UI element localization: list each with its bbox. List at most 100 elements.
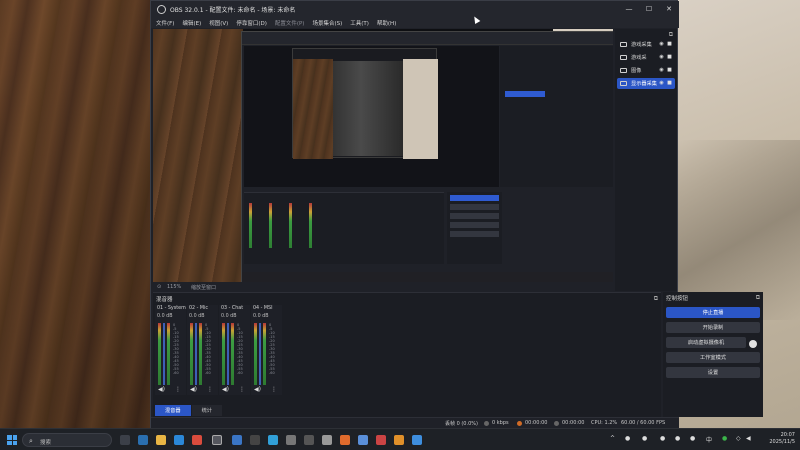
app-icon[interactable] [304, 435, 314, 445]
title-bar[interactable]: OBS 32.0.1 - 配置文件: 未命名 - 场景: 未命名 — ☐ ✕ [151, 1, 679, 17]
eye-icon[interactable]: ◉ [659, 55, 664, 60]
more-options-icon[interactable]: ⋮ [271, 386, 277, 393]
more-options-icon[interactable]: ⋮ [175, 386, 181, 393]
tray-chevron-icon[interactable]: ^ [610, 435, 615, 442]
menu-tools[interactable]: 工具(T) [350, 19, 369, 27]
tray-app-icon[interactable]: ● [660, 435, 665, 442]
system-clock[interactable]: 20:07 2025/11/5 [755, 432, 795, 446]
volume-icon[interactable]: ◀ [746, 435, 751, 442]
close-button[interactable]: ✕ [659, 1, 679, 17]
maximize-button[interactable]: ☐ [639, 1, 659, 17]
widgets-icon[interactable] [138, 435, 148, 445]
edge-browser-icon[interactable] [174, 435, 184, 445]
lock-icon[interactable]: ■ [667, 81, 672, 86]
steam-icon[interactable] [232, 435, 242, 445]
menu-file[interactable]: 文件(F) [156, 19, 174, 27]
app-icon[interactable] [376, 435, 386, 445]
monitor-icon [620, 81, 627, 86]
menu-scene-collection[interactable]: 场景集合(S) [312, 19, 342, 27]
task-view-icon[interactable] [120, 435, 130, 445]
eye-icon[interactable]: ◉ [659, 68, 664, 73]
tray-app-icon[interactable]: ● [690, 435, 695, 442]
volume-meter [190, 323, 193, 385]
speaker-icon[interactable]: ◀) [222, 386, 229, 393]
volume-fader[interactable] [227, 323, 229, 385]
app-icon[interactable] [394, 435, 404, 445]
mixer-channel: 04 - MSI 0.0 dB 0 -5 -10 -15 -20 -25 -30 -35 -40… [251, 305, 282, 395]
app-icon[interactable] [358, 435, 368, 445]
record-indicator-icon [554, 421, 559, 426]
mixer-channel: 03 - Chat 0.0 dB 0 -5 -10 -15 -20 -25 -30 -35 -4… [219, 305, 250, 395]
stop-stream-button[interactable]: 停止直播 [666, 307, 760, 318]
mixer-channel: 02 - Mic 0.0 dB 0 -5 -10 -15 -20 -25 -30 -35 -40… [187, 305, 218, 395]
scene-item-game[interactable]: 游戏采 ◉ ■ [617, 52, 675, 63]
menu-docks[interactable]: 停靠窗口(D) [236, 19, 267, 27]
bitrate: 0 kbps [492, 420, 509, 426]
zoom-fit-label[interactable]: 缩放至窗口 [191, 284, 216, 291]
tray-app-icon[interactable]: ● [722, 435, 727, 442]
controls-panel: 控制按钮 ⧉ 停止直播 开始录制 启动虚拟摄像机 工作室模式 设置 [663, 292, 763, 417]
network-icon[interactable]: ◇ [736, 435, 741, 442]
tab-stats[interactable]: 统计 [191, 405, 222, 416]
app-icon[interactable] [412, 435, 422, 445]
zoom-row: ⊙ 115% 缩放至窗口 [153, 283, 613, 292]
volume-meter [158, 323, 161, 385]
app-icon[interactable] [268, 435, 278, 445]
ime-indicator[interactable]: 中 [706, 435, 712, 444]
obs-taskbar-icon[interactable] [212, 435, 222, 445]
more-options-icon[interactable]: ⋮ [207, 386, 213, 393]
lock-icon[interactable]: ■ [667, 55, 672, 60]
app-icon[interactable] [250, 435, 260, 445]
preview-canvas[interactable] [153, 29, 613, 282]
volume-meter [222, 323, 225, 385]
volume-fader[interactable] [163, 323, 165, 385]
virtual-camera-settings-icon[interactable] [749, 340, 757, 348]
app-icon[interactable] [286, 435, 296, 445]
panel-options-icon[interactable]: ⧉ [654, 295, 658, 303]
menu-profile[interactable]: 配置文件(P) [275, 19, 305, 27]
speaker-icon[interactable]: ◀) [158, 386, 165, 393]
start-recording-button[interactable]: 开始录制 [666, 322, 760, 333]
search-icon: ⌕ [29, 437, 33, 445]
tray-app-icon[interactable]: ● [642, 435, 647, 442]
eye-icon[interactable]: ◉ [659, 42, 664, 47]
volume-meter [263, 323, 266, 385]
speaker-icon[interactable]: ◀) [190, 386, 197, 393]
zoom-toggle-icon[interactable]: ⊙ [157, 284, 161, 290]
menu-view[interactable]: 视图(V) [209, 19, 228, 27]
tray-app-icon[interactable]: ● [675, 435, 680, 442]
lock-icon[interactable]: ■ [667, 68, 672, 73]
file-explorer-icon[interactable] [156, 435, 166, 445]
eye-icon[interactable]: ◉ [659, 81, 664, 86]
dropped-frames: 丢帧 0 (0.0%) [445, 421, 478, 427]
windows-start-icon[interactable] [7, 435, 17, 445]
scene-item-display-capture[interactable]: 显示器采集 ◉ ■ [617, 78, 675, 89]
stream-time: 00:00:00 [525, 420, 548, 426]
app-icon[interactable] [340, 435, 350, 445]
volume-fader[interactable] [195, 323, 197, 385]
taskbar-search[interactable]: ⌕ 搜索 [22, 433, 112, 447]
image-icon [620, 68, 627, 73]
panel-options-icon[interactable]: ⧉ [669, 31, 673, 39]
settings-button[interactable]: 设置 [666, 367, 760, 378]
chrome-browser-icon[interactable] [192, 435, 202, 445]
scene-item-game-capture[interactable]: 游戏采集 ◉ ■ [617, 39, 675, 50]
tab-mixer[interactable]: 混音器 [155, 405, 191, 416]
start-virtual-camera-button[interactable]: 启动虚拟摄像机 [666, 337, 746, 348]
scene-item-image[interactable]: 图像 ◉ ■ [617, 65, 675, 76]
preview-wood-region [153, 29, 243, 282]
tray-app-icon[interactable]: ● [625, 435, 630, 442]
fps-readout: 60.00 / 60.00 FPS [621, 420, 666, 426]
zoom-level[interactable]: 115% [167, 284, 181, 290]
scenes-panel: ⧉ 游戏采集 ◉ ■ 游戏采 ◉ ■ 图像 ◉ ■ 显示器采集 ◉ ■ [615, 29, 677, 291]
menu-edit[interactable]: 编辑(E) [182, 19, 201, 27]
app-icon[interactable] [322, 435, 332, 445]
lock-icon[interactable]: ■ [667, 42, 672, 47]
studio-mode-button[interactable]: 工作室模式 [666, 352, 760, 363]
minimize-button[interactable]: — [619, 1, 639, 17]
volume-fader[interactable] [259, 323, 261, 385]
more-options-icon[interactable]: ⋮ [239, 386, 245, 393]
speaker-icon[interactable]: ◀) [254, 386, 261, 393]
panel-options-icon[interactable]: ⧉ [756, 294, 760, 302]
menu-help[interactable]: 帮助(H) [377, 19, 396, 27]
